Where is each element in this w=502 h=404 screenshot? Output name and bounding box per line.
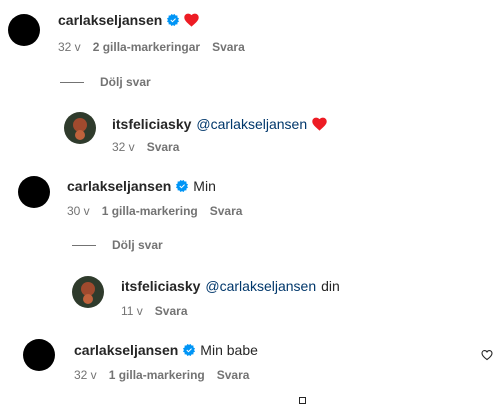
comment-line: carlakseljansen Min (67, 178, 216, 194)
divider (72, 244, 96, 246)
comment-time[interactable]: 32 v (74, 368, 97, 382)
reply-time[interactable]: 11 v (121, 304, 143, 318)
hide-replies-button[interactable]: Dölj svar (60, 75, 151, 89)
comment-time[interactable]: 32 v (58, 40, 81, 54)
comment-username[interactable]: carlakseljansen (74, 342, 178, 358)
hide-replies-button[interactable]: Dölj svar (72, 238, 163, 252)
avatar[interactable] (18, 176, 50, 208)
reply-button[interactable]: Svara (212, 40, 245, 54)
comment-meta: 32 v 2 gilla-markeringar Svara (58, 40, 245, 54)
comment-text: Min (193, 178, 216, 194)
reply-button[interactable]: Svara (147, 140, 180, 154)
avatar[interactable] (8, 14, 40, 46)
reply-line: itsfeliciasky @carlakseljansen (112, 116, 327, 132)
comment-meta: 32 v 1 gilla-markering Svara (74, 368, 249, 382)
comment-username[interactable]: carlakseljansen (58, 12, 162, 28)
reply-time[interactable]: 32 v (112, 140, 135, 154)
mention-link[interactable]: @carlakseljansen (205, 278, 316, 294)
reply-button[interactable]: Svara (217, 368, 250, 382)
resize-handle[interactable] (299, 397, 306, 404)
reply-username[interactable]: itsfeliciasky (121, 278, 200, 294)
hide-replies-label: Dölj svar (100, 75, 151, 89)
avatar[interactable] (72, 276, 104, 308)
likes-count[interactable]: 2 gilla-markeringar (93, 40, 200, 54)
verified-badge-icon (167, 14, 180, 26)
verified-badge-icon (176, 180, 189, 192)
reply-meta: 11 v Svara (121, 304, 188, 318)
likes-count[interactable]: 1 gilla-markering (109, 368, 205, 382)
reply-text: din (321, 278, 340, 294)
mention-link[interactable]: @carlakseljansen (196, 116, 307, 132)
hide-replies-label: Dölj svar (112, 238, 163, 252)
comment-text: Min babe (200, 342, 258, 358)
divider (60, 81, 84, 83)
avatar[interactable] (23, 339, 55, 371)
reply-meta: 32 v Svara (112, 140, 179, 154)
comment-username[interactable]: carlakseljansen (67, 178, 171, 194)
reply-username[interactable]: itsfeliciasky (112, 116, 191, 132)
comment-time[interactable]: 30 v (67, 204, 90, 218)
heart-emoji (312, 117, 327, 131)
comment-meta: 30 v 1 gilla-markering Svara (67, 204, 242, 218)
heart-outline-icon[interactable] (481, 349, 493, 361)
reply-line: itsfeliciasky @carlakseljansen din (121, 278, 340, 294)
likes-count[interactable]: 1 gilla-markering (102, 204, 198, 218)
reply-button[interactable]: Svara (155, 304, 188, 318)
verified-badge-icon (183, 344, 196, 356)
heart-emoji (184, 13, 199, 27)
reply-button[interactable]: Svara (210, 204, 243, 218)
avatar[interactable] (64, 112, 96, 144)
comment-line: carlakseljansen Min babe (74, 342, 258, 358)
comment-line: carlakseljansen (58, 12, 199, 28)
